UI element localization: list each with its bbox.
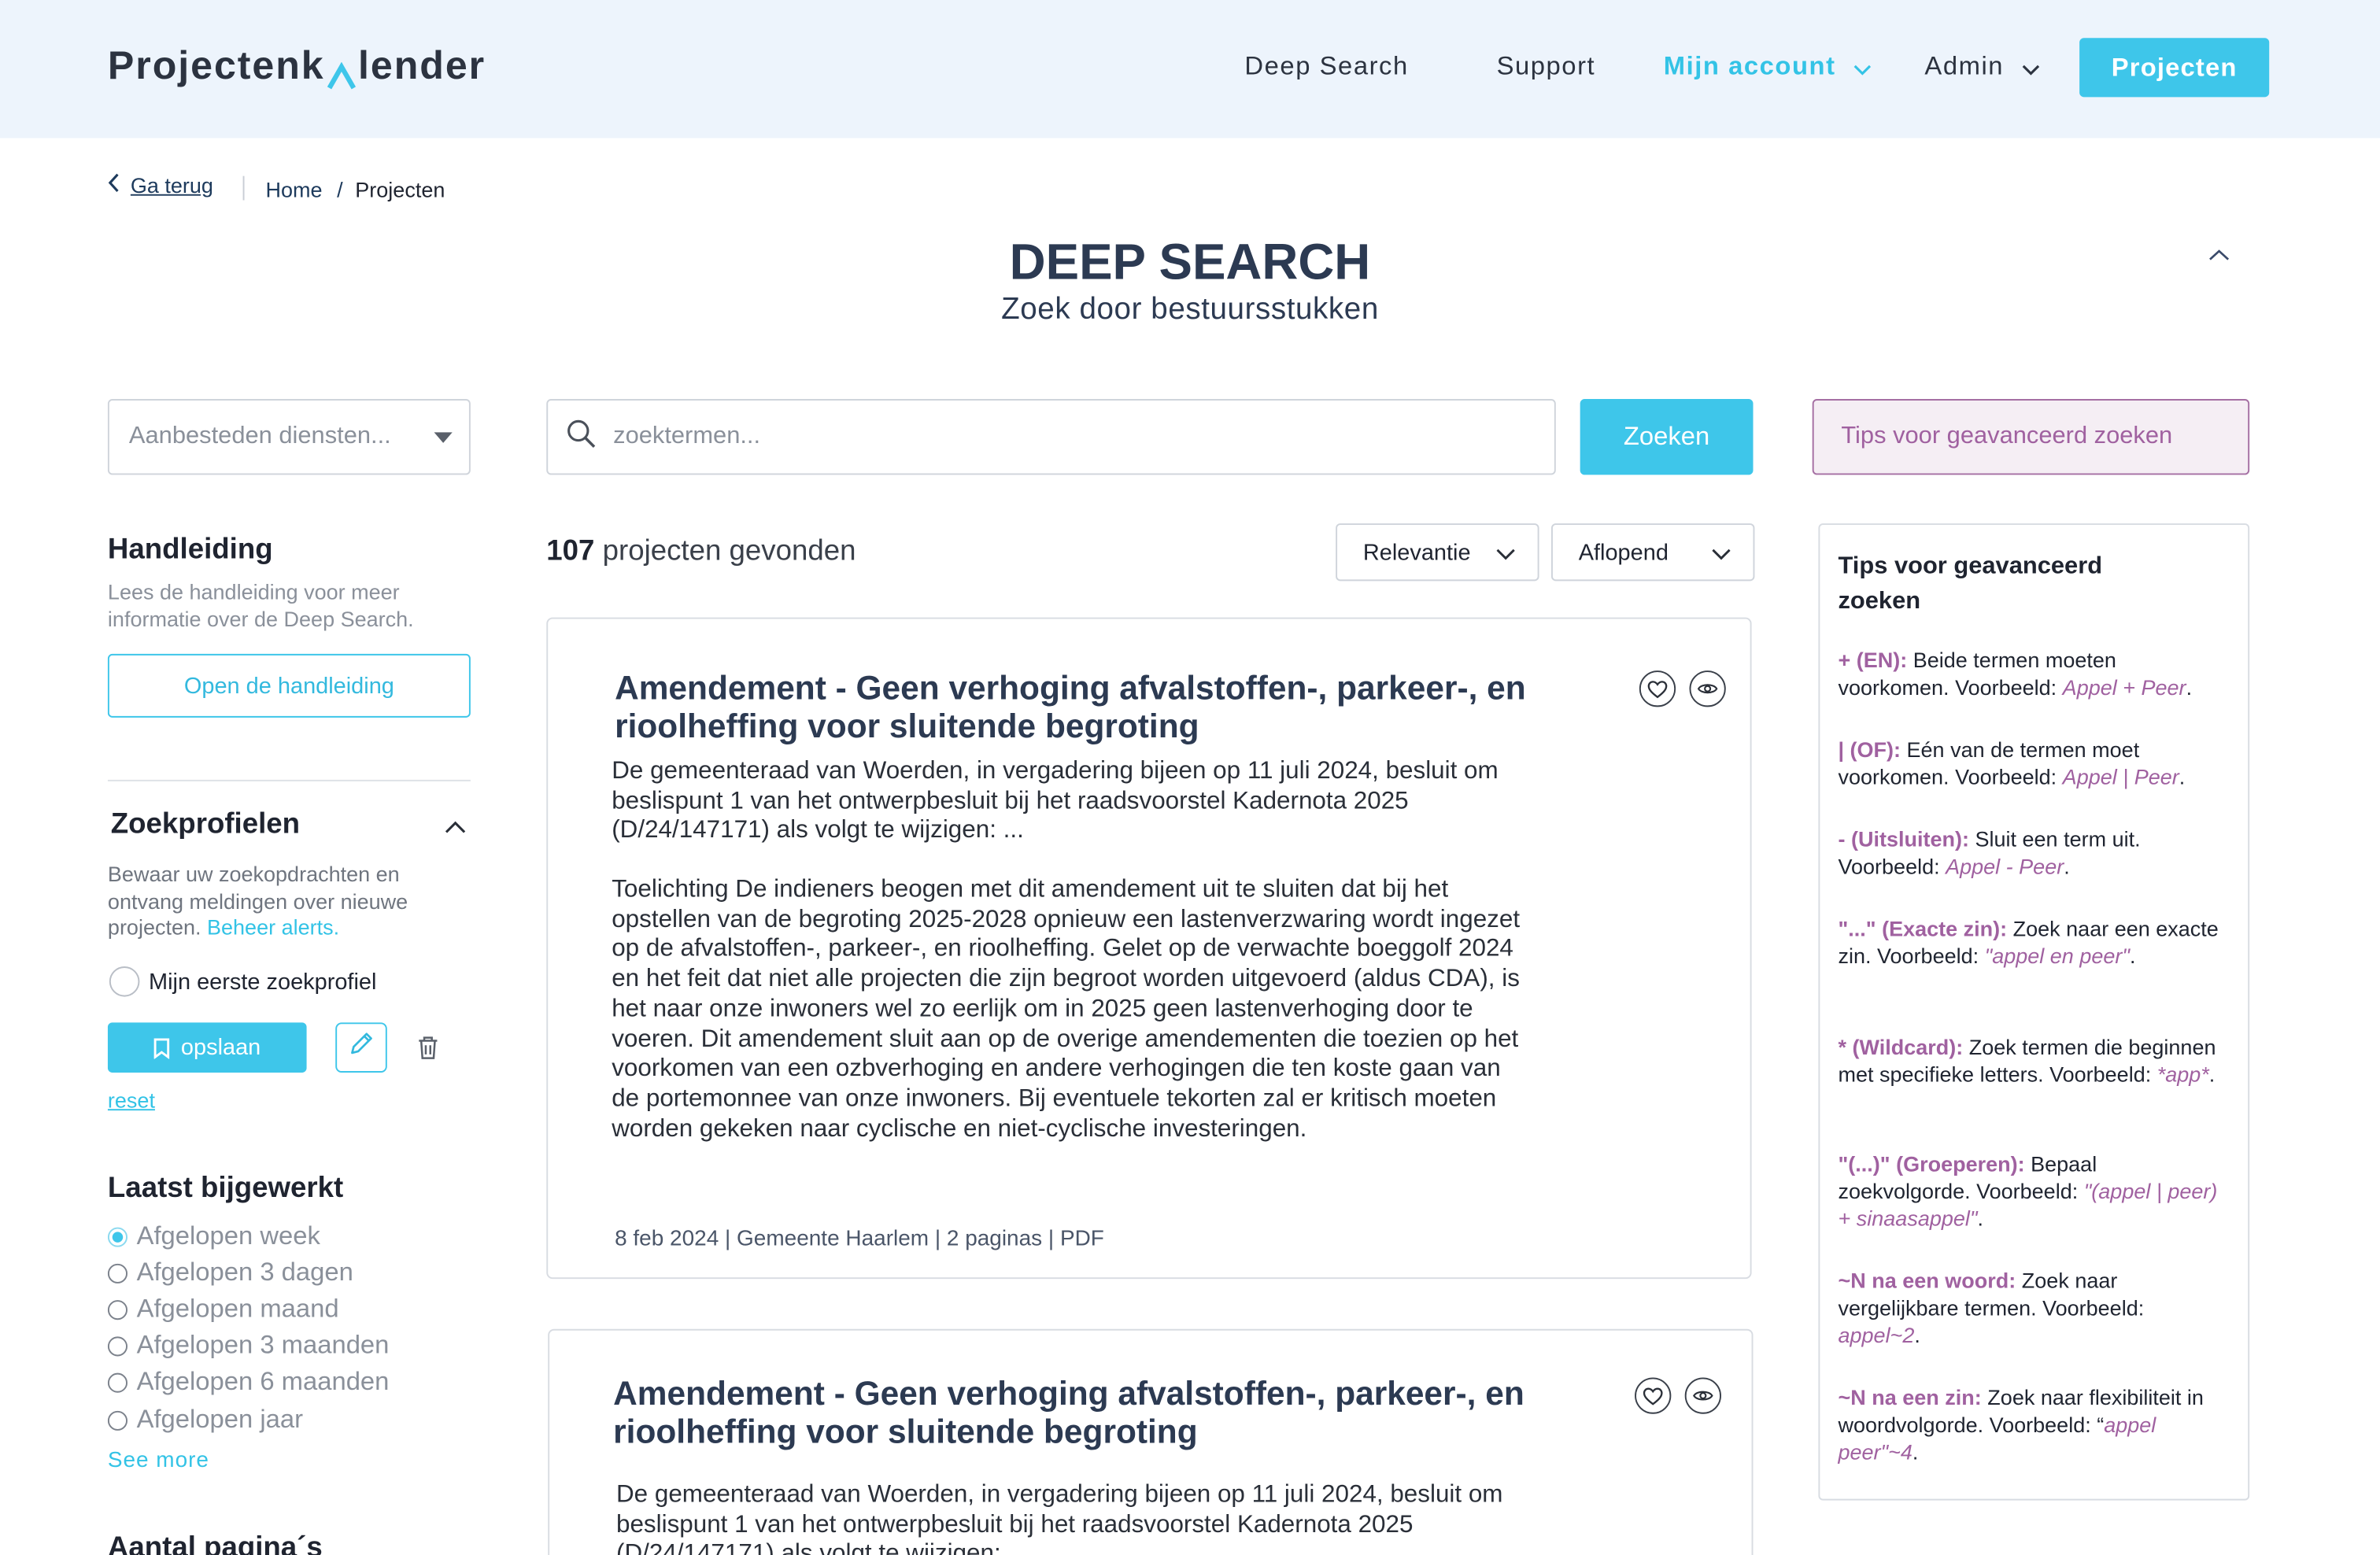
tips-button[interactable]: Tips voor geavanceerd zoeken [1812, 399, 2250, 475]
radio [107, 1372, 128, 1392]
heart-icon[interactable] [1635, 1377, 1672, 1414]
nav-mijn-account[interactable]: Mijn account [1664, 52, 1872, 83]
heart-icon[interactable] [1639, 670, 1676, 707]
sort-select[interactable]: Relevantie [1336, 523, 1539, 582]
search-icon [566, 418, 597, 456]
results-count: 107 projecten gevonden [546, 535, 856, 568]
chevron-down-icon [1495, 541, 1517, 567]
result-title[interactable]: Amendement - Geen verhoging afvalstoffen… [615, 669, 1586, 744]
projecten-button[interactable]: Projecten [2079, 38, 2270, 98]
breadcrumb-separator: / [337, 177, 343, 202]
tip-item: * (Wildcard): Zoek termen die beginnen m… [1838, 1034, 2216, 1086]
edit-profile-button[interactable] [335, 1022, 387, 1073]
result-body: Toelichting De indieners beogen met dit … [612, 875, 1521, 1142]
pencil-icon [348, 1030, 375, 1065]
search-button[interactable]: Zoeken [1580, 399, 1754, 475]
radio [107, 1335, 128, 1356]
result-intro: De gemeenteraad van Woerden, in vergader… [615, 1480, 1503, 1555]
filter-option[interactable]: Afgelopen jaar [107, 1405, 303, 1435]
radio [107, 1409, 128, 1430]
search-input[interactable] [613, 423, 1464, 451]
nav-support[interactable]: Support [1497, 52, 1596, 83]
tip-item: "..." (Exacte zin): Zoek naar een exacte… [1838, 916, 2219, 968]
search-field[interactable] [546, 399, 1556, 475]
tip-item: + (EN): Beide termen moeten voorkomen. V… [1838, 648, 2193, 700]
result-card[interactable]: Amendement - Geen verhoging afvalstoffen… [546, 617, 1752, 1280]
open-manual-button[interactable]: Open de handleiding [107, 653, 471, 718]
logo-triangle-icon [327, 53, 357, 89]
result-title[interactable]: Amendement - Geen verhoging afvalstoffen… [613, 1375, 1584, 1450]
chevron-left-icon [108, 173, 120, 198]
profiles-title: Zoekprofielen [110, 808, 301, 841]
breadcrumb-current: Projecten [355, 177, 445, 202]
nav-deep-search[interactable]: Deep Search [1244, 52, 1408, 83]
see-more-link[interactable]: See more [108, 1449, 209, 1473]
logo-text-end: lender [358, 42, 486, 88]
profiles-text: Bewaar uw zoekopdrachten en ontvang meld… [107, 861, 408, 940]
manual-title: Handleiding [107, 534, 273, 567]
last-updated-title: Laatst bijgewerkt [107, 1173, 344, 1205]
profile-name: Mijn eerste zoekprofiel [148, 969, 377, 995]
category-select-value: Aanbesteden diensten... [128, 423, 391, 449]
divider [107, 779, 471, 781]
nav-admin[interactable]: Admin [1924, 52, 2039, 83]
chevron-down-icon [1710, 541, 1731, 567]
tip-item: ~N na een zin: Zoek naar flexibiliteit i… [1838, 1385, 2204, 1464]
profile-radio[interactable] [109, 966, 140, 997]
page-subtitle: Zoek door bestuursstukken [1001, 293, 1379, 327]
bookmark-icon [153, 1037, 170, 1058]
caret-down-icon [434, 432, 453, 443]
tips-panel: Tips voor geavanceerd zoeken + (EN): Bei… [1818, 523, 2250, 1501]
manage-alerts-link[interactable]: Beheer alerts. [207, 914, 339, 939]
tip-item: - (Uitsluiten): Sluit een term uit. Voor… [1838, 826, 2141, 878]
top-header: Projectenk lender Deep Search Support Mi… [0, 0, 2380, 139]
order-select[interactable]: Aflopend [1550, 523, 1755, 582]
chevron-up-icon[interactable] [443, 814, 468, 842]
radio [107, 1262, 128, 1283]
logo[interactable]: Projectenk lender [108, 42, 486, 90]
category-select[interactable]: Aanbesteden diensten... [107, 399, 471, 475]
pages-title: Aantal pagina´s [107, 1532, 323, 1555]
reset-link[interactable]: reset [108, 1088, 155, 1112]
result-card[interactable]: Amendement - Geen verhoging afvalstoffen… [548, 1328, 1754, 1555]
breadcrumb-home[interactable]: Home [265, 178, 322, 202]
tip-item: "(...)" (Groeperen): Bepaal zoekvolgorde… [1838, 1151, 2218, 1230]
filter-option[interactable]: Afgelopen maand [107, 1294, 339, 1324]
manual-text: Lees de handleiding voor meer informatie… [107, 579, 414, 631]
tips-title: Tips voor geavanceerd zoeken [1838, 553, 2103, 615]
filter-option[interactable]: Afgelopen week [107, 1221, 320, 1252]
logo-text-start: Projectenk [107, 42, 325, 88]
save-label: opslaan [180, 1034, 261, 1061]
chevron-down-icon [1853, 53, 1872, 83]
chevron-down-icon [2021, 53, 2039, 83]
result-meta: 8 feb 2024 | Gemeente Haarlem | 2 pagina… [615, 1227, 1104, 1252]
trash-icon[interactable] [416, 1035, 440, 1068]
result-intro: De gemeenteraad van Woerden, in vergader… [612, 756, 1499, 844]
chevron-up-icon[interactable] [2207, 242, 2231, 270]
filter-option[interactable]: Afgelopen 6 maanden [107, 1367, 389, 1398]
save-profile-button[interactable]: opslaan [107, 1022, 307, 1073]
radio-selected [107, 1226, 128, 1247]
back-link[interactable]: Ga terug [108, 173, 213, 198]
filter-option[interactable]: Afgelopen 3 maanden [107, 1331, 389, 1361]
back-label: Ga terug [130, 172, 213, 198]
tip-item: ~N na een woord: Zoek naar vergelijkbare… [1838, 1268, 2145, 1347]
breadcrumb-divider [242, 175, 245, 201]
filter-option[interactable]: Afgelopen 3 dagen [107, 1258, 353, 1288]
page-title: DEEP SEARCH [1009, 233, 1371, 290]
eye-icon[interactable] [1684, 1377, 1721, 1414]
radio [107, 1299, 128, 1320]
tip-item: | (OF): Eén van de termen moet voorkomen… [1838, 737, 2186, 789]
eye-icon[interactable] [1689, 670, 1726, 707]
